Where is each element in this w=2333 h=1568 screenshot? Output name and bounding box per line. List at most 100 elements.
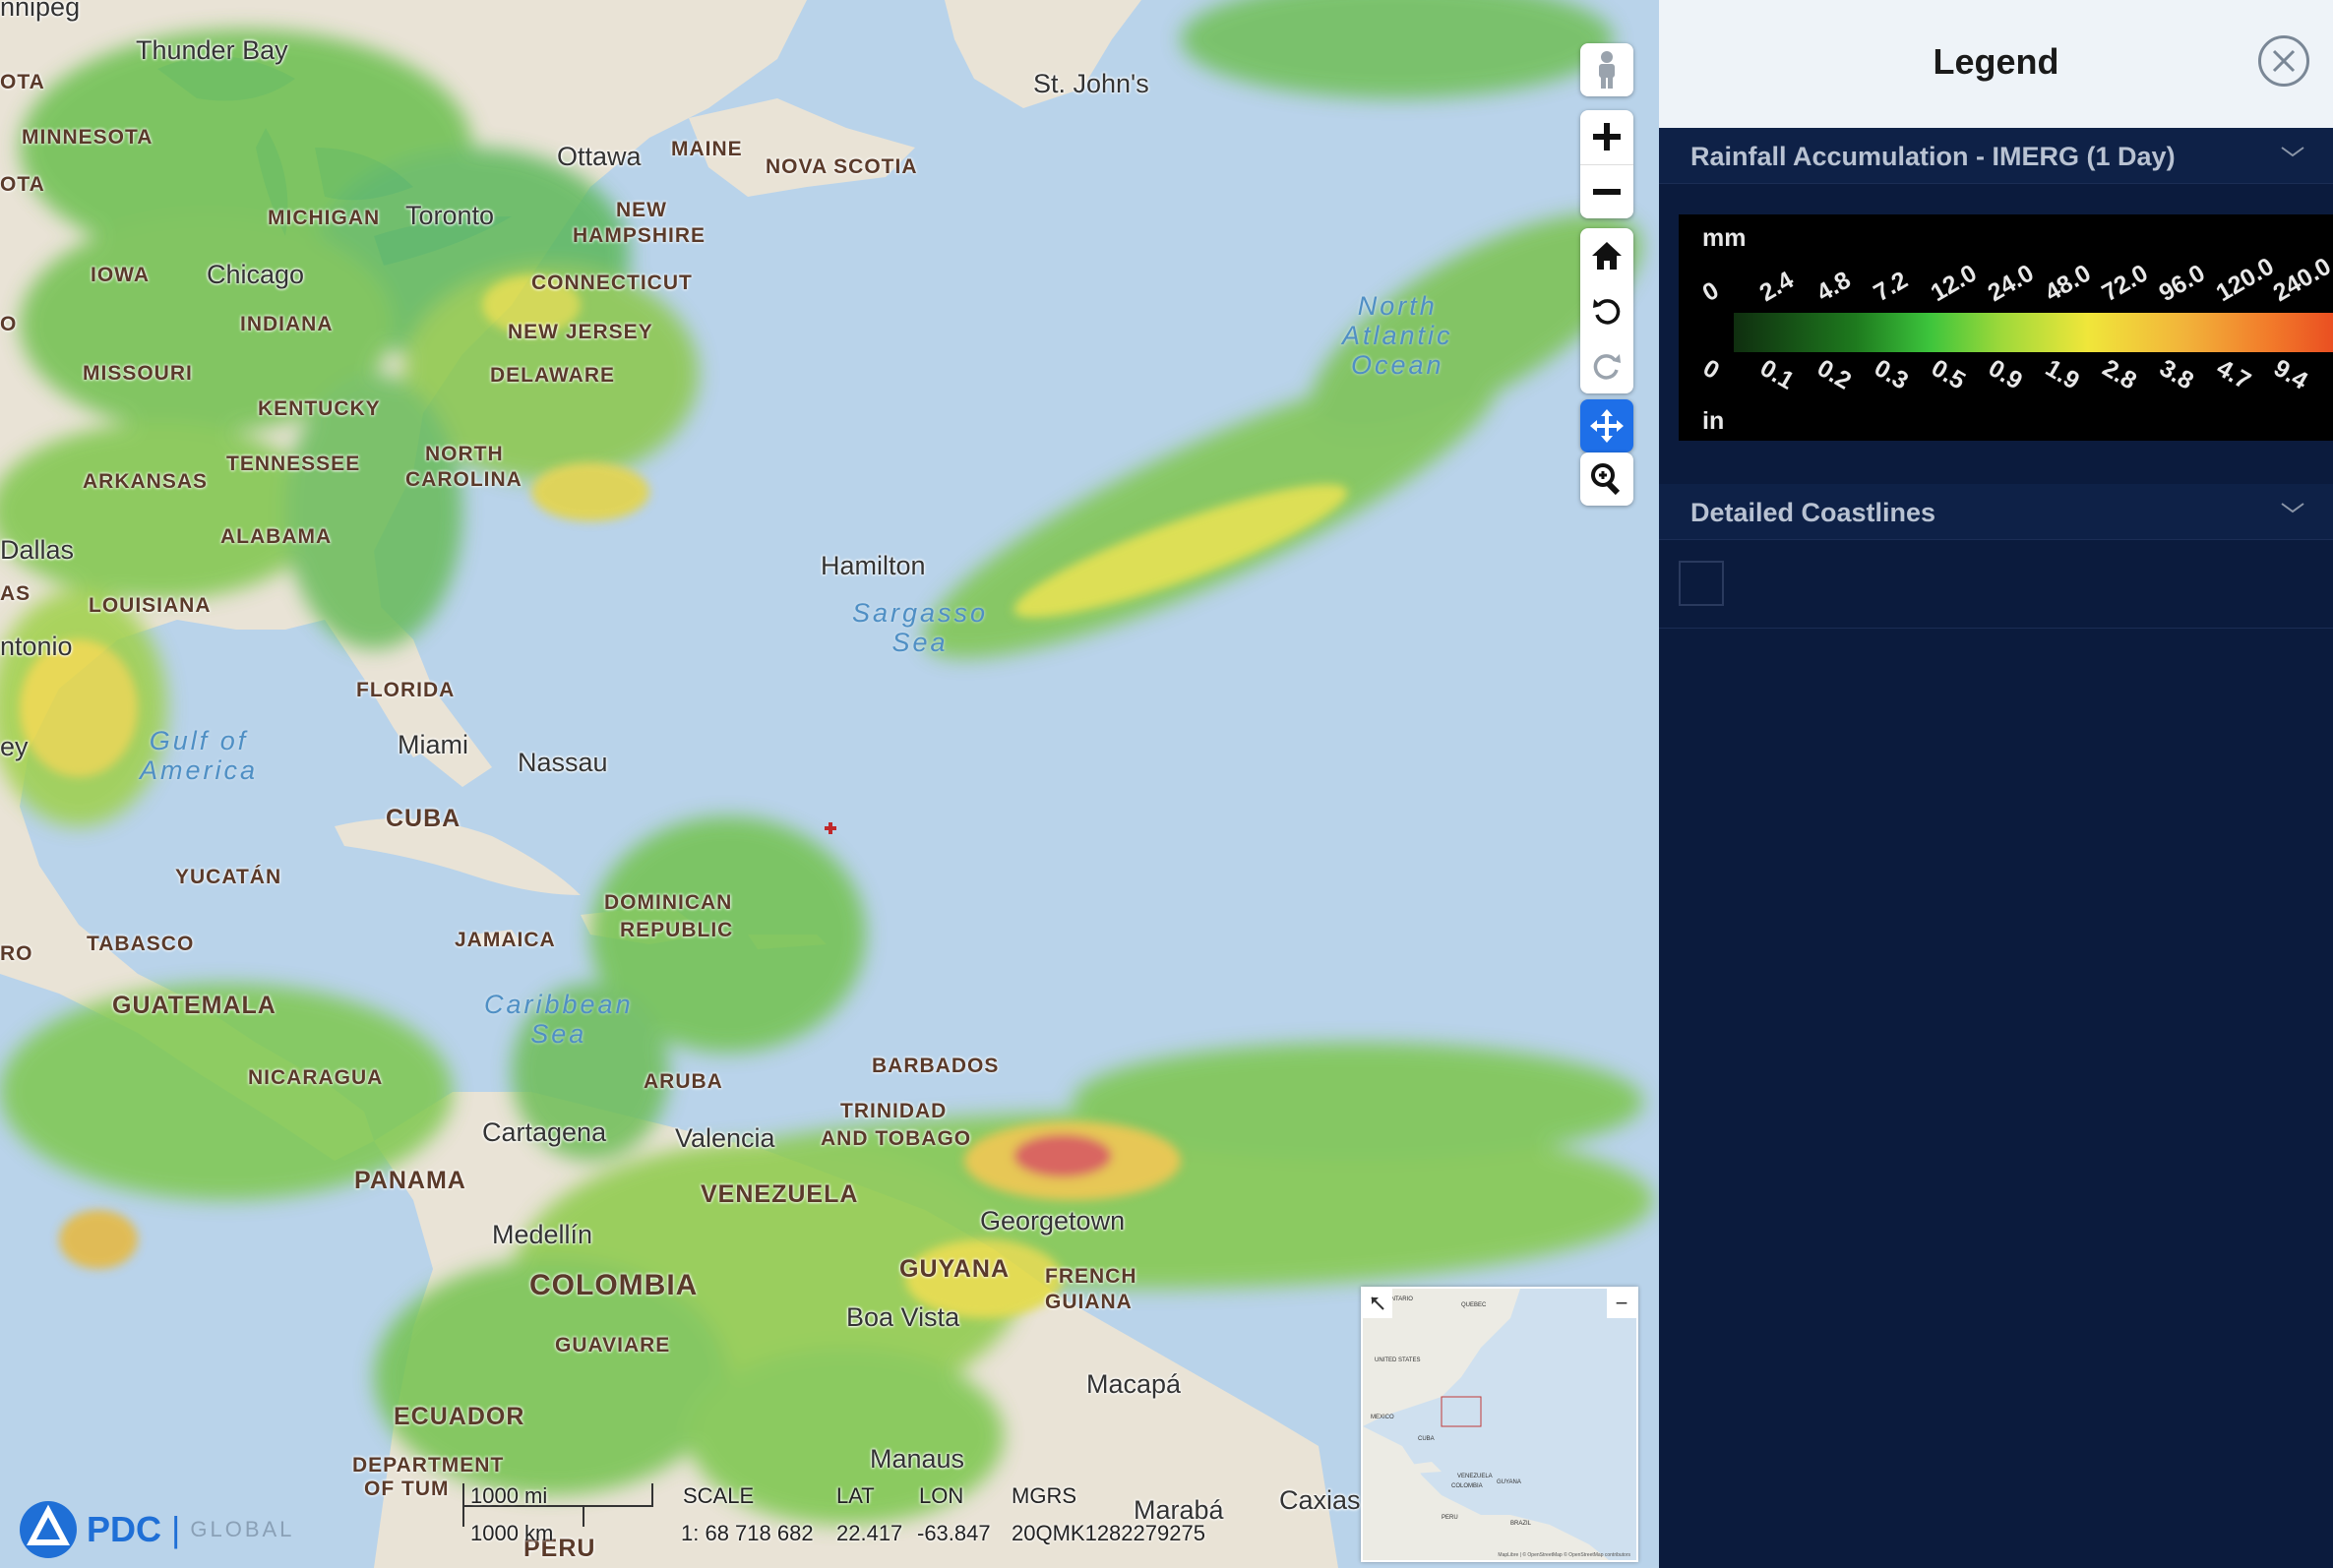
- map-label: ARKANSAS: [83, 470, 209, 493]
- minimap-label: PERU: [1442, 1515, 1458, 1521]
- map-label: YUCATÁN: [175, 866, 282, 888]
- minimap-label: VENEZUELA: [1457, 1474, 1493, 1479]
- zoom-out-icon: [1593, 188, 1621, 195]
- brand-name: PDC: [87, 1509, 162, 1549]
- in-tick-label: 0.5: [1927, 354, 1971, 395]
- section-title: Rainfall Accumulation - IMERG (1 Day): [1690, 142, 2176, 171]
- map-label: VENEZUELA: [701, 1180, 859, 1208]
- mm-tick-label: 240.0: [2268, 252, 2333, 308]
- map-label: nnipeg: [0, 0, 81, 22]
- map-label: TABASCO: [87, 933, 195, 955]
- rotate-left-button[interactable]: [1580, 283, 1633, 338]
- pan-tool-button[interactable]: [1580, 399, 1633, 452]
- coastlines-swatch: [1679, 561, 1724, 606]
- in-tick-label: 0.1: [1755, 354, 1800, 395]
- sea-label-north-atlantic: North Atlantic Ocean: [1342, 291, 1453, 380]
- map-label: ntonio: [0, 632, 73, 661]
- map-label: KENTUCKY: [258, 397, 381, 420]
- map-label: Dallas: [0, 535, 75, 565]
- mgrs-value: 20QMK1282279275: [1012, 1521, 1205, 1545]
- map-label: FLORIDA: [356, 679, 456, 701]
- map-label: NOVA SCOTIA: [766, 155, 918, 178]
- in-tick-label: 2.8: [2098, 354, 2142, 395]
- map-label: REPUBLIC: [620, 919, 734, 941]
- map-label: IOWA: [91, 264, 150, 286]
- close-icon: [2272, 49, 2296, 73]
- zoom-tool-icon: [1591, 463, 1621, 496]
- overview-minimap[interactable]: ONTARIO QUEBEC UNITED STATES MEXICO CUBA…: [1361, 1287, 1638, 1562]
- mm-tick-label: 72.0: [2097, 259, 2153, 308]
- sea-label-gulf: Gulf of America: [140, 726, 259, 785]
- street-view-button[interactable]: [1580, 43, 1633, 96]
- in-tick-label: 9.4: [2269, 354, 2313, 395]
- mm-tick-label: 7.2: [1869, 266, 1913, 308]
- map-label: ECUADOR: [394, 1403, 525, 1430]
- zoom-out-button[interactable]: [1580, 165, 1633, 219]
- map-label: MAINE: [671, 138, 743, 160]
- unit-in: in: [1702, 407, 1725, 435]
- section-title: Detailed Coastlines: [1690, 498, 1936, 527]
- minimap-label: MEXICO: [1371, 1415, 1394, 1420]
- zoom-control: [1580, 110, 1633, 218]
- map-label: Valencia: [675, 1123, 775, 1153]
- map-label: GUAVIARE: [555, 1334, 671, 1357]
- map-label: Medellín: [492, 1220, 593, 1249]
- rotate-left-icon: [1593, 299, 1621, 325]
- view-control: [1580, 228, 1633, 393]
- map-label: Chicago: [207, 260, 305, 289]
- map-label: ALABAMA: [220, 525, 333, 548]
- map-label: INDIANA: [240, 313, 334, 335]
- mgrs-header: MGRS: [1012, 1483, 1076, 1508]
- map-label: BARBADOS: [872, 1055, 1000, 1077]
- minimap-label: BRAZIL: [1510, 1521, 1532, 1527]
- scale-header: SCALE: [683, 1483, 755, 1508]
- mm-tick-label: 24.0: [1983, 259, 2039, 308]
- chevron-down-icon: [2281, 147, 2304, 157]
- map-label: CUBA: [386, 805, 461, 832]
- minimap-label: COLOMBIA: [1451, 1483, 1483, 1489]
- map-label: Thunder Bay: [136, 35, 288, 65]
- home-button[interactable]: [1580, 228, 1633, 283]
- home-icon: [1592, 242, 1622, 270]
- mm-tick-label: 120.0: [2211, 252, 2279, 308]
- sea-label-caribbean: Caribbean Sea: [484, 990, 634, 1049]
- minimap-label: GUYANA: [1497, 1479, 1521, 1485]
- mm-tick-label: 4.8: [1811, 266, 1856, 308]
- minimap-collapse-button[interactable]: −: [1607, 1289, 1636, 1318]
- expand-arrow-icon: [1371, 1297, 1384, 1310]
- mm-tick-label: 0: [1697, 275, 1724, 308]
- rotate-right-icon: [1593, 354, 1621, 380]
- map-label: DOMINICAN: [604, 891, 733, 914]
- map-label: Nassau: [518, 748, 608, 777]
- map-label: FRENCH: [1045, 1265, 1137, 1288]
- map-label: MICHIGAN: [268, 207, 381, 229]
- brand-divider: |: [171, 1509, 181, 1549]
- rotate-right-button[interactable]: [1580, 338, 1633, 393]
- legend-panel: Legend Rainfall Accumulation - IMERG (1 …: [1659, 0, 2333, 1568]
- minimap-attribution: MapLibre | © OpenStreetMap © OpenStreetM…: [1498, 1552, 1630, 1558]
- map-label: TRINIDAD: [840, 1100, 948, 1122]
- map-label: ARUBA: [644, 1070, 723, 1093]
- map-label: St. John's: [1033, 69, 1149, 98]
- map-label: Macapá: [1086, 1369, 1182, 1399]
- zoom-in-button[interactable]: [1580, 110, 1633, 165]
- legend-title: Legend: [1933, 41, 2059, 82]
- scale-mi-label: 1000 mi: [470, 1483, 548, 1508]
- zoom-tool-button[interactable]: [1580, 452, 1633, 506]
- pdc-logo: PDC | GLOBAL: [18, 1499, 294, 1560]
- close-legend-button[interactable]: [2258, 35, 2309, 87]
- map-label: TENNESSEE: [226, 452, 361, 475]
- map-label: Manaus: [870, 1444, 965, 1474]
- legend-section-coastlines[interactable]: Detailed Coastlines: [1659, 484, 2333, 540]
- in-tick-label: 0.9: [1984, 354, 2028, 395]
- map-label: NICARAGUA: [248, 1066, 384, 1089]
- brand-sub: GLOBAL: [190, 1517, 295, 1541]
- lon-header: LON: [919, 1483, 964, 1508]
- minimap-label: QUEBEC: [1461, 1302, 1487, 1308]
- legend-section-rainfall[interactable]: Rainfall Accumulation - IMERG (1 Day): [1659, 128, 2333, 184]
- minimap-expand-button[interactable]: [1363, 1289, 1392, 1318]
- map-label: OTA: [0, 71, 45, 93]
- map-canvas[interactable]: nnipeg Thunder Bay St. John's OTA MINNES…: [0, 0, 1659, 1568]
- map-label: COLOMBIA: [529, 1269, 699, 1301]
- map-label: PANAMA: [354, 1167, 466, 1194]
